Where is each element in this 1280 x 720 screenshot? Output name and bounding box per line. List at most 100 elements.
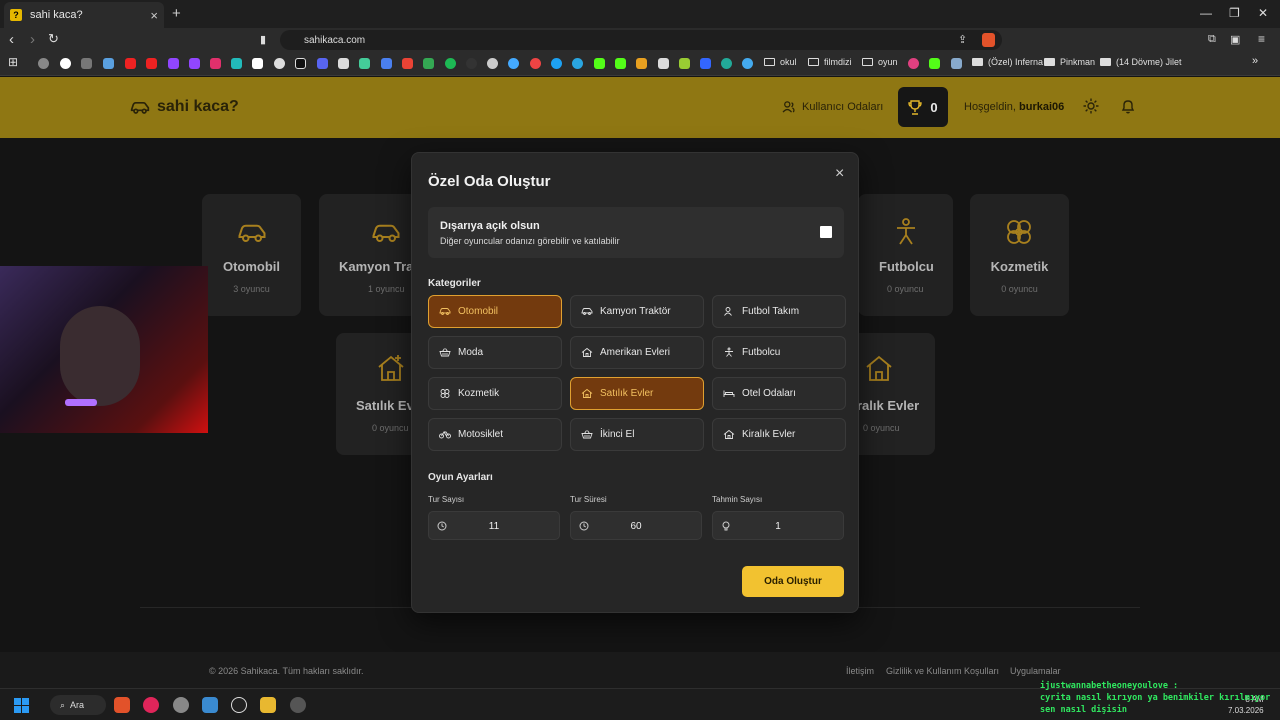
gmail-icon[interactable] [402,58,413,69]
category-card[interactable]: Kamyon Tra 1 oyuncu [319,194,418,316]
bookmark-icon[interactable] [908,58,919,69]
category-button[interactable]: Kamyon Traktör [570,295,704,328]
brave-icon[interactable] [114,697,130,713]
kick-icon[interactable] [929,58,940,69]
category-card[interactable]: Futbolcu 0 oyuncu [858,194,953,316]
notification-icon[interactable] [1120,98,1136,114]
maximize-icon[interactable]: ❐ [1229,6,1240,20]
create-room-button[interactable]: Oda Oluştur [742,566,844,597]
bookmark-icon[interactable] [530,58,541,69]
close-window-icon[interactable]: ✕ [1258,6,1268,20]
kick-icon[interactable] [615,58,626,69]
user-rooms-link[interactable]: Kullanıcı Odaları [782,101,883,113]
guess-count-input[interactable]: 1 [712,511,844,540]
public-checkbox[interactable] [820,226,832,238]
x-icon[interactable] [252,58,263,69]
bookmark-icon[interactable] [359,58,370,69]
bookmark-icon[interactable] [508,58,519,69]
share-icon[interactable]: ⇪ [958,33,967,46]
bookmark-page-icon[interactable]: ▮ [260,33,266,46]
app-icon[interactable] [290,697,306,713]
close-icon[interactable]: × [835,165,844,183]
instagram-icon[interactable] [210,58,221,69]
bookmark-icon[interactable] [700,58,711,69]
bookmark-page[interactable]: (Özel) Inferna [972,57,1043,67]
trophy-score[interactable]: 0 [898,87,948,127]
bookmark-icon[interactable] [274,58,285,69]
bookmark-icon[interactable] [636,58,647,69]
spotify-icon[interactable] [445,58,456,69]
bookmark-page[interactable]: (14 Dövme) Jilet [1100,57,1182,67]
bookmark-icon[interactable] [658,58,669,69]
theme-toggle-icon[interactable] [1083,98,1099,114]
category-button[interactable]: Amerikan Evleri [570,336,704,369]
browser-tab[interactable]: ? sahi kaca? × [4,2,164,28]
footer-link-apps[interactable]: Uygulamalar [1010,666,1061,676]
start-icon[interactable] [14,698,29,713]
kick-icon[interactable] [594,58,605,69]
bookmark-icon[interactable] [679,58,690,69]
taskbar-search[interactable]: ⌕ Ara [50,695,106,715]
username[interactable]: burkai06 [1019,101,1064,113]
more-bookmarks-icon[interactable]: » [1252,55,1258,67]
category-button[interactable]: Kozmetik [428,377,562,410]
youtube-icon[interactable] [146,58,157,69]
bookmark-icon[interactable] [951,58,962,69]
bookmark-page[interactable]: Pinkman [1044,57,1095,67]
bookmark-icon[interactable] [551,58,562,69]
category-button[interactable]: Motosiklet [428,418,562,451]
minimize-icon[interactable]: — [1200,6,1212,20]
bookmark-icon[interactable] [231,58,242,69]
twitch-icon[interactable] [168,58,179,69]
photos-icon[interactable] [202,697,218,713]
bookmark-icon[interactable] [466,58,477,69]
drive-icon[interactable] [423,58,434,69]
tiktok-icon[interactable] [295,58,306,69]
round-count-input[interactable]: 11 [428,511,560,540]
file-explorer-icon[interactable] [260,697,276,713]
menu-icon[interactable]: ≡ [1258,32,1265,46]
youtube-icon[interactable] [125,58,136,69]
category-button[interactable]: Otel Odaları [712,377,846,410]
footer-link-privacy[interactable]: Gizlilik ve Kullanım Koşulları [886,666,999,676]
close-tab-icon[interactable]: × [150,8,158,23]
category-button[interactable]: Futbolcu [712,336,846,369]
brave-shield-icon[interactable] [982,33,995,47]
twitch-icon[interactable] [189,58,200,69]
bookmark-icon[interactable] [381,58,392,69]
address-bar[interactable]: sahikaca.com [280,30,1002,50]
round-duration-input[interactable]: 60 [570,511,702,540]
app-icon[interactable] [173,697,189,713]
category-button[interactable]: Otomobil [428,295,562,328]
bookmark-icon[interactable] [742,58,753,69]
new-tab-icon[interactable]: + [172,5,181,22]
bookmark-icon[interactable] [721,58,732,69]
bookmark-folder[interactable]: okul [764,57,797,67]
sidebar-icon[interactable]: ▣ [1230,33,1240,46]
category-button[interactable]: Futbol Takım [712,295,846,328]
app-icon[interactable] [231,697,247,713]
bookmark-icon[interactable] [103,58,114,69]
bookmark-folder[interactable]: filmdizi [808,57,852,67]
category-button[interactable]: Satılık Evler [570,377,704,410]
github-icon[interactable] [487,58,498,69]
bookmark-icon[interactable] [81,58,92,69]
bookmark-icon[interactable] [338,58,349,69]
extensions-icon[interactable]: ⧉ [1208,33,1216,46]
site-logo[interactable]: sahi kaca? [130,98,239,116]
public-toggle-box[interactable]: Dışarıya açık olsun Diğer oyuncular odan… [428,207,844,258]
google-icon[interactable] [60,58,71,69]
media-player-icon[interactable] [143,697,159,713]
category-card[interactable]: Otomobil 3 oyuncu [202,194,301,316]
reload-icon[interactable]: ↻ [48,31,59,47]
bookmark-icon[interactable] [38,58,49,69]
forward-icon[interactable]: › [30,31,35,48]
category-button[interactable]: Moda [428,336,562,369]
telegram-icon[interactable] [572,58,583,69]
category-button[interactable]: Kiralık Evler [712,418,846,451]
discord-icon[interactable] [317,58,328,69]
footer-link-contact[interactable]: İletişim [846,666,874,676]
category-card[interactable]: Kozmetik 0 oyuncu [970,194,1069,316]
category-button[interactable]: İkinci El [570,418,704,451]
bookmark-folder[interactable]: oyun [862,57,898,67]
